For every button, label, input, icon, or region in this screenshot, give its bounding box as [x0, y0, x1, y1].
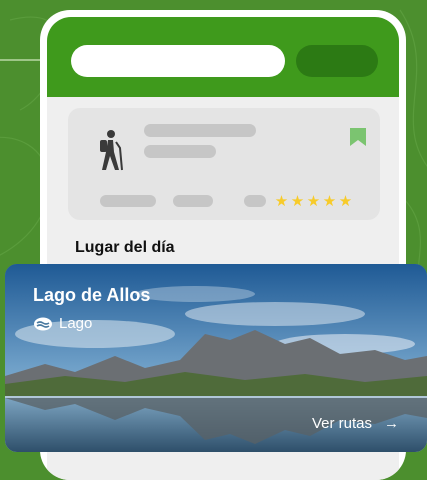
see-routes-label: Ver rutas: [312, 415, 373, 432]
star-icon: ★: [274, 193, 289, 210]
app-header: [47, 17, 399, 97]
star-icon: ★: [322, 193, 337, 210]
place-of-the-day-card[interactable]: Lago de Allos Lago Ver rutas →: [5, 264, 427, 452]
see-routes-link[interactable]: Ver rutas →: [312, 415, 399, 432]
section-title: Lugar del día: [75, 239, 175, 256]
place-type-label: Lago: [59, 315, 93, 332]
title-placeholder: [144, 124, 256, 137]
star-icon: ★: [338, 193, 353, 210]
duration-placeholder: [173, 195, 213, 207]
distance-placeholder: [100, 195, 156, 207]
place-name: Lago de Allos: [33, 285, 151, 305]
rating-stars: ★ ★ ★ ★ ★: [274, 194, 353, 210]
arrow-right-icon: →: [384, 415, 400, 432]
difficulty-placeholder: [244, 195, 266, 207]
bookmark-icon[interactable]: [350, 128, 366, 146]
star-icon: ★: [290, 193, 305, 210]
header-action-button[interactable]: [296, 45, 378, 77]
star-icon: ★: [306, 193, 321, 210]
subtitle-placeholder: [144, 145, 216, 158]
lake-icon: [34, 317, 52, 330]
route-card[interactable]: ★ ★ ★ ★ ★: [68, 108, 380, 220]
place-type: Lago: [33, 315, 92, 332]
hiker-icon: [100, 130, 123, 171]
search-bar[interactable]: [71, 45, 285, 77]
